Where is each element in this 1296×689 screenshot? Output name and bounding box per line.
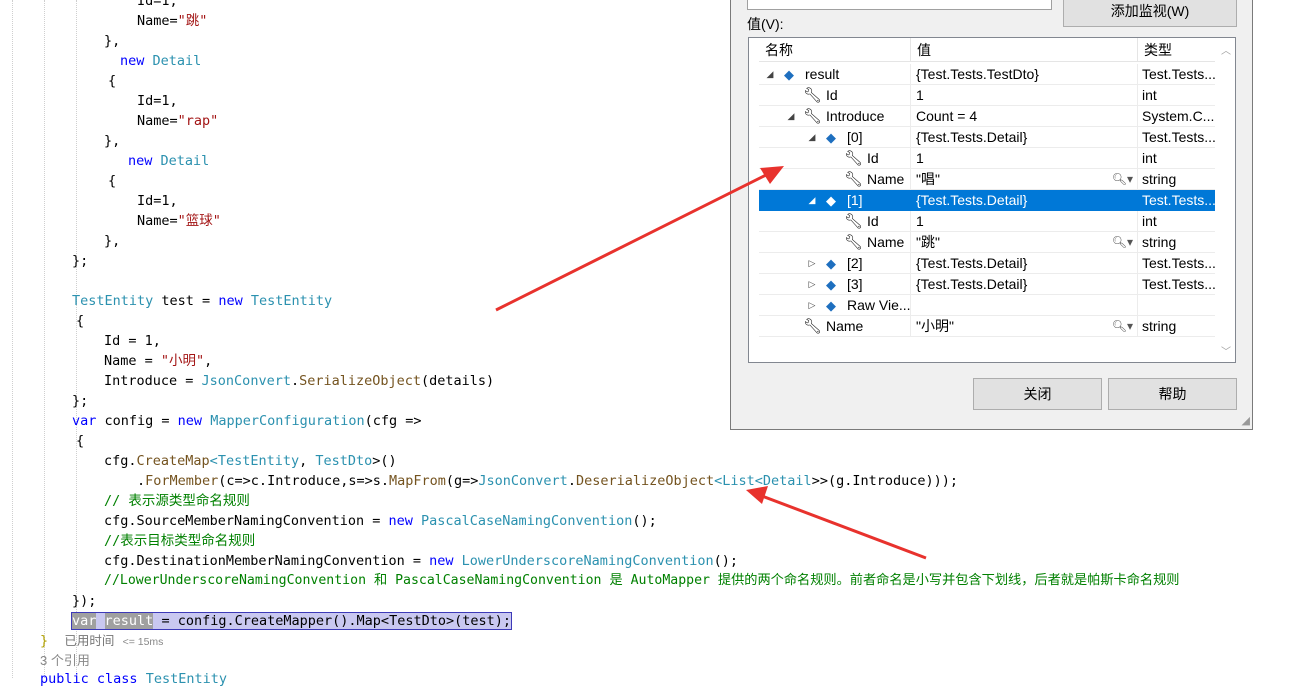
annotation-arrows — [495, 166, 927, 560]
annotation-arrowhead — [746, 486, 768, 504]
annotation-arrow — [495, 172, 769, 312]
annotation-arrow — [761, 494, 927, 560]
